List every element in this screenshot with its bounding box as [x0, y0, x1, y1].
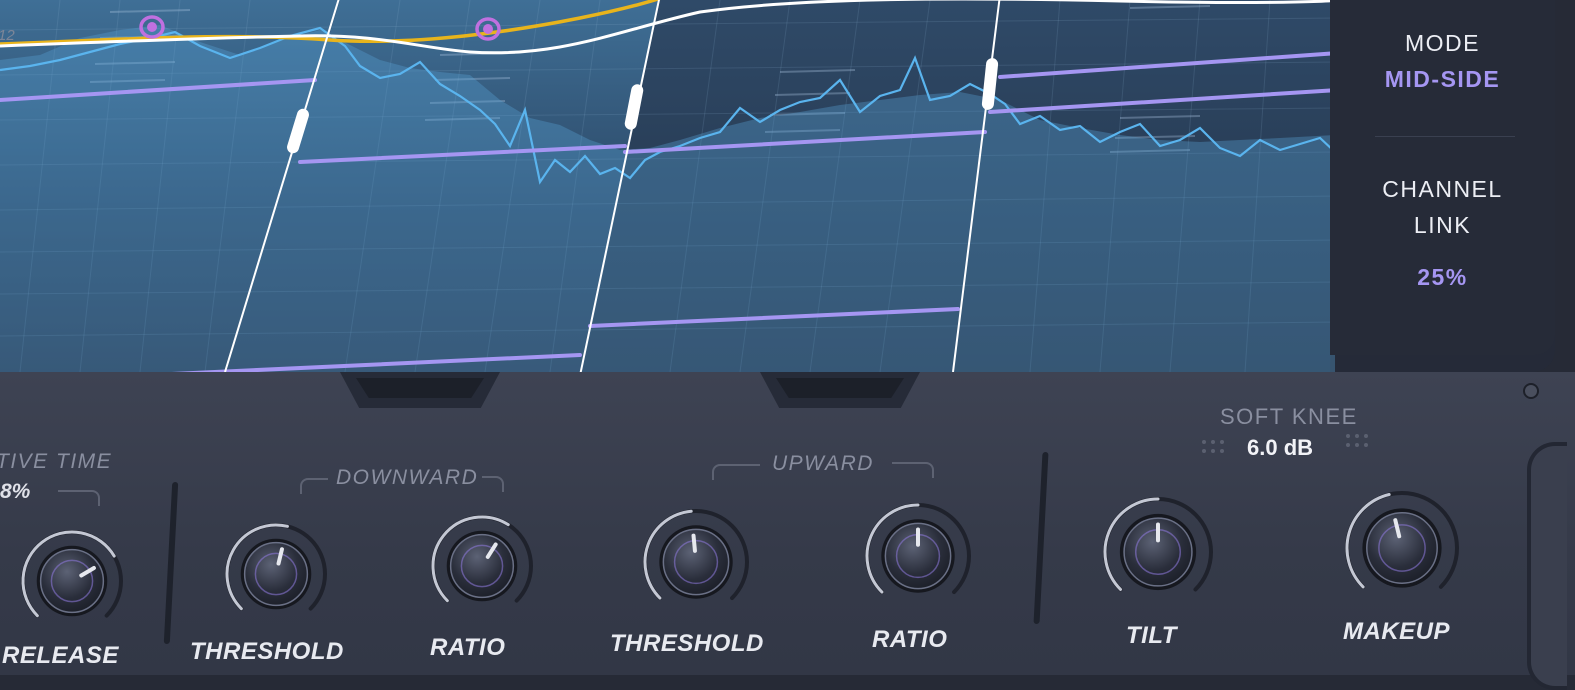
section-divider-2	[1033, 452, 1049, 624]
makeup-knob[interactable]	[1344, 490, 1460, 606]
mode-label: MODE	[1405, 30, 1480, 56]
screw-icon	[1523, 383, 1539, 399]
channel-link-value[interactable]: 25%	[1330, 264, 1555, 291]
soft-knee-dec-icon[interactable]	[1202, 440, 1234, 462]
db-scale-tick: 12	[0, 27, 15, 44]
section-divider-1	[163, 482, 179, 644]
mode-selector[interactable]: MID-SIDE	[1330, 66, 1555, 93]
tilt-knob[interactable]	[1102, 496, 1214, 608]
upward-ratio-label: RATIO	[872, 626, 948, 653]
soft-knee-inc-icon[interactable]	[1346, 434, 1378, 456]
upward-threshold-knob[interactable]	[642, 508, 750, 616]
channel-link-label-2: LINK	[1413, 212, 1472, 238]
makeup-label: MAKEUP	[1343, 618, 1451, 645]
downward-bracket-left	[300, 478, 328, 494]
soft-knee-label: SOFT KNEE	[1220, 404, 1358, 429]
upward-ratio-knob[interactable]	[864, 502, 972, 610]
panel-tab-right	[760, 372, 920, 408]
control-panel: TIVE TIME 8% DOWNWARD UPWARD SOFT KNEE 6…	[0, 372, 1575, 690]
tilt-label: TILT	[1126, 622, 1177, 649]
release-knob[interactable]	[20, 529, 124, 633]
adaptive-bracket	[58, 490, 100, 506]
adaptive-time-value[interactable]: 8%	[0, 480, 30, 504]
upward-bracket-left	[712, 464, 760, 480]
downward-ratio-knob[interactable]	[430, 514, 534, 618]
upward-label: UPWARD	[772, 452, 874, 475]
release-label: RELEASE	[2, 642, 119, 669]
downward-threshold-label: THRESHOLD	[190, 638, 344, 665]
spectrum-display[interactable]: 12 MODE MID-SIDE CHANNEL LINK 25%	[0, 0, 1555, 372]
panel-tab-left	[340, 372, 500, 408]
soft-knee-value[interactable]: 6.0 dB	[1247, 435, 1313, 461]
side-panel: MODE MID-SIDE CHANNEL LINK 25%	[1330, 0, 1555, 355]
channel-link-label-1: CHANNEL	[1382, 176, 1503, 202]
upward-bracket-right	[892, 462, 934, 478]
downward-label: DOWNWARD	[336, 466, 479, 489]
upward-threshold-label: THRESHOLD	[610, 630, 764, 657]
adaptive-time-label: TIVE TIME	[0, 450, 113, 473]
downward-bracket-right	[482, 476, 504, 492]
panel-edge-bracket	[1527, 442, 1567, 690]
downward-threshold-knob[interactable]	[224, 522, 328, 626]
downward-ratio-label: RATIO	[430, 634, 506, 661]
side-divider	[1375, 136, 1515, 137]
knob-pointer	[691, 533, 697, 553]
